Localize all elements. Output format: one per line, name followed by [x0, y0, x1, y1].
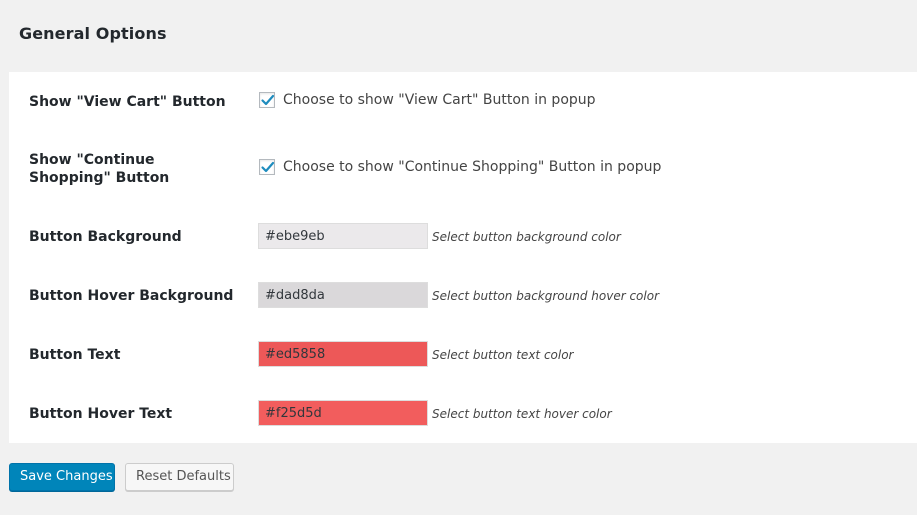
section-title: General Options [19, 24, 167, 43]
button-hover-text-input[interactable] [258, 400, 428, 426]
options-panel: Show "View Cart" Button Choose to show "… [9, 72, 917, 443]
button-hover-background-label: Button Hover Background [29, 288, 234, 304]
button-background-input[interactable] [258, 223, 428, 249]
checkmark-icon [261, 94, 275, 106]
checkmark-icon [261, 161, 275, 173]
reset-defaults-button[interactable]: Reset Defaults [125, 463, 234, 491]
button-hover-background-input[interactable] [258, 282, 428, 308]
continue-shopping-checkbox[interactable] [259, 159, 275, 175]
button-background-description: Select button background color [432, 230, 621, 244]
button-text-input[interactable] [258, 341, 428, 367]
button-hover-background-description: Select button background hover color [432, 289, 660, 303]
button-hover-text-label: Button Hover Text [29, 406, 173, 422]
button-hover-text-description: Select button text hover color [432, 407, 612, 421]
button-background-label: Button Background [29, 229, 182, 245]
view-cart-label: Show "View Cart" Button [29, 94, 226, 110]
settings-page: General Options Show "View Cart" Button … [0, 0, 917, 515]
button-text-label: Button Text [29, 347, 121, 363]
save-changes-button[interactable]: Save Changes [9, 463, 115, 491]
view-cart-checkbox[interactable] [259, 92, 275, 108]
button-text-description: Select button text color [432, 348, 574, 362]
continue-shopping-label: Show "Continue Shopping" Button [29, 152, 170, 186]
continue-shopping-description: Choose to show "Continue Shopping" Butto… [283, 159, 662, 175]
view-cart-description: Choose to show "View Cart" Button in pop… [283, 92, 596, 108]
